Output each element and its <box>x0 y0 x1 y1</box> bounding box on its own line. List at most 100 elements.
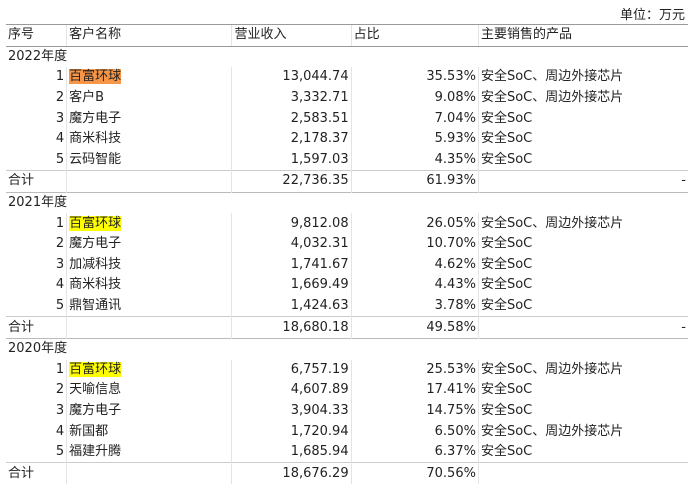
share-cell: 4.43% <box>350 275 479 296</box>
year-label: 2021年度 <box>6 191 688 214</box>
table-row: 1 百富环球 6,757.19 25.53% 安全SoC、周边外接芯片 <box>6 359 688 381</box>
customer-name: 福建升腾 <box>69 444 122 460</box>
product-cell: 安全SoC <box>477 400 688 422</box>
year-row: 2021年度 <box>6 191 688 214</box>
customer-name-cell: 魔方电子 <box>66 400 232 422</box>
product-cell: 安全SoC、周边外接芯片 <box>477 421 688 442</box>
share-cell: 4.62% <box>350 254 479 276</box>
product-cell: 安全SoC <box>477 233 688 255</box>
product-cell: 安全SoC <box>477 108 688 129</box>
total-product: - <box>477 170 688 193</box>
total-spacer <box>66 170 232 193</box>
table-row: 2 魔方电子 4,032.31 10.70% 安全SoC <box>6 233 688 255</box>
table-row: 4 商米科技 1,669.49 4.43% 安全SoC <box>6 275 688 296</box>
revenue-cell: 4,032.31 <box>231 233 352 255</box>
rank-cell: 5 <box>55 151 65 167</box>
total-row: 合计 18,680.18 49.58% - <box>6 316 688 339</box>
total-share: 70.56% <box>350 462 479 485</box>
total-spacer <box>66 316 232 339</box>
revenue-cell: 1,597.03 <box>231 149 352 171</box>
rank-cell: 3 <box>55 256 65 272</box>
total-share: 49.58% <box>350 316 479 339</box>
revenue-cell: 3,332.71 <box>231 87 352 109</box>
share-cell: 3.78% <box>350 295 479 317</box>
product-cell: 安全SoC <box>477 275 688 296</box>
rank-cell: 2 <box>55 90 65 106</box>
table-row: 3 加减科技 1,741.67 4.62% 安全SoC <box>6 254 688 276</box>
total-spacer <box>66 462 232 485</box>
customer-name: 新国都 <box>69 423 109 439</box>
rank-cell: 1 <box>55 215 65 231</box>
customer-name-cell: 鼎智通讯 <box>66 295 232 317</box>
product-cell: 安全SoC <box>477 149 688 171</box>
customer-name-cell: 商米科技 <box>66 128 232 150</box>
table-row: 2 天喻信息 4,607.89 17.41% 安全SoC <box>6 380 688 401</box>
customer-name: 魔方电子 <box>69 110 122 126</box>
customer-name: 百富环球 <box>69 69 122 85</box>
customer-name: 百富环球 <box>69 361 122 377</box>
product-cell: 安全SoC <box>477 254 688 276</box>
rank-cell: 3 <box>55 402 65 418</box>
revenue-cell: 1,685.94 <box>231 441 352 463</box>
rank-cell: 3 <box>55 110 65 126</box>
revenue-cell: 1,669.49 <box>231 275 352 296</box>
customer-name: 鼎智通讯 <box>69 298 122 314</box>
unit-label: 单位：万元 <box>619 8 685 23</box>
customer-name: 魔方电子 <box>69 236 122 252</box>
product-cell: 安全SoC、周边外接芯片 <box>477 87 688 109</box>
customer-name: 商米科技 <box>69 277 122 293</box>
rank-cell: 1 <box>55 361 65 377</box>
year-row: 2020年度 <box>6 337 688 360</box>
customer-name: 客户B <box>69 90 105 106</box>
share-cell: 25.53% <box>350 359 479 381</box>
customer-name-cell: 魔方电子 <box>66 233 232 255</box>
revenue-cell: 4,607.89 <box>231 380 352 401</box>
table-row: 1 百富环球 13,044.74 35.53% 安全SoC、周边外接芯片 <box>6 67 688 88</box>
table-row: 1 百富环球 9,812.08 26.05% 安全SoC、周边外接芯片 <box>6 213 688 234</box>
revenue-cell: 6,757.19 <box>231 359 352 381</box>
customer-name-cell: 百富环球 <box>66 213 232 234</box>
revenue-cell: 9,812.08 <box>231 213 352 234</box>
product-cell: 安全SoC <box>477 441 688 463</box>
table-row: 4 新国都 1,720.94 6.50% 安全SoC、周边外接芯片 <box>6 421 688 442</box>
revenue-cell: 3,904.33 <box>231 400 352 422</box>
year-row: 2022年度 <box>6 45 688 68</box>
rank-cell: 1 <box>55 69 65 85</box>
product-cell: 安全SoC <box>477 128 688 150</box>
table-row: 5 福建升腾 1,685.94 6.37% 安全SoC <box>6 441 688 463</box>
total-label: 合计 <box>6 462 67 485</box>
revenue-cell: 2,583.51 <box>231 108 352 129</box>
rank-cell: 5 <box>55 298 65 314</box>
share-cell: 6.37% <box>350 441 479 463</box>
revenue-cell: 2,178.37 <box>231 128 352 150</box>
revenue-cell: 1,741.67 <box>231 254 352 276</box>
header-row: 序号 客户名称 营业收入 占比 主要销售的产品 <box>6 24 688 47</box>
customer-name-cell: 魔方电子 <box>66 108 232 129</box>
customer-name: 商米科技 <box>69 131 122 147</box>
table-row: 4 商米科技 2,178.37 5.93% 安全SoC <box>6 128 688 150</box>
share-cell: 26.05% <box>350 213 479 234</box>
header-share: 占比 <box>350 24 479 47</box>
total-product <box>477 462 688 485</box>
product-cell: 安全SoC <box>477 295 688 317</box>
header-main-products: 主要销售的产品 <box>477 24 688 47</box>
total-product: - <box>477 316 688 339</box>
rank-cell: 4 <box>55 423 65 439</box>
customer-name: 云码智能 <box>69 151 122 167</box>
product-cell: 安全SoC、周边外接芯片 <box>477 359 688 381</box>
product-cell: 安全SoC <box>477 380 688 401</box>
total-label: 合计 <box>6 316 67 339</box>
year-label: 2020年度 <box>6 337 688 360</box>
table-row: 5 云码智能 1,597.03 4.35% 安全SoC <box>6 149 688 171</box>
table-row: 5 鼎智通讯 1,424.63 3.78% 安全SoC <box>6 295 688 317</box>
customer-name-cell: 百富环球 <box>66 67 232 88</box>
customer-name-cell: 百富环球 <box>66 359 232 381</box>
customer-name: 百富环球 <box>69 215 122 231</box>
rank-cell: 5 <box>55 444 65 460</box>
share-cell: 7.04% <box>350 108 479 129</box>
customer-name-cell: 福建升腾 <box>66 441 232 463</box>
total-row: 合计 22,736.35 61.93% - <box>6 170 688 193</box>
rank-cell: 4 <box>55 277 65 293</box>
revenue-cell: 1,424.63 <box>231 295 352 317</box>
total-label: 合计 <box>6 170 67 193</box>
